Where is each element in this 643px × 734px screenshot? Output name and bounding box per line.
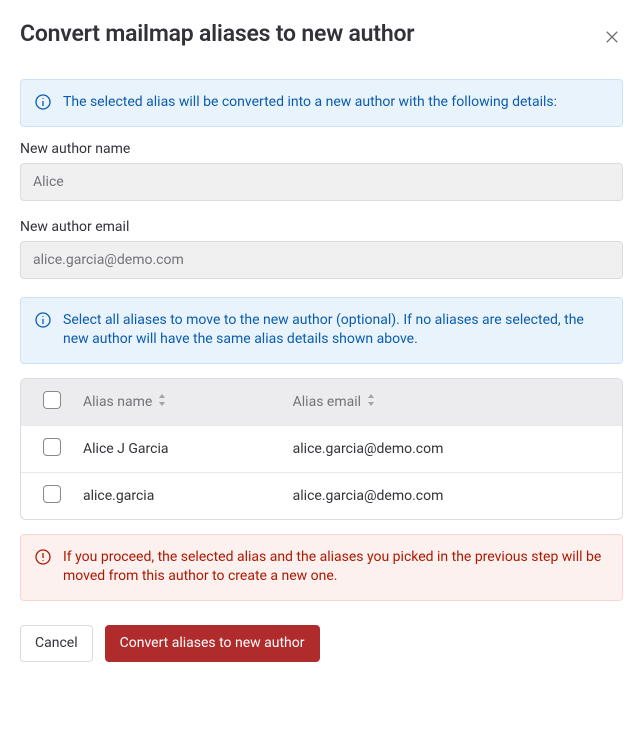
info-alert-select: Select all aliases to move to the new au… [20, 297, 623, 364]
alias-email-cell: alice.garcia@demo.com [283, 472, 622, 519]
info-alert-text: Select all aliases to move to the new au… [63, 311, 608, 350]
alias-name-header-label: Alias name [83, 394, 152, 410]
row-checkbox[interactable] [43, 438, 61, 456]
warning-alert-text: If you proceed, the selected alias and t… [63, 548, 608, 587]
row-checkbox[interactable] [43, 485, 61, 503]
select-all-checkbox[interactable] [43, 391, 61, 409]
alias-email-header[interactable]: Alias email [283, 379, 622, 426]
table-row: alice.garcia alice.garcia@demo.com [21, 472, 622, 519]
author-name-label: New author name [20, 141, 623, 157]
alias-name-cell: alice.garcia [73, 472, 283, 519]
author-email-label: New author email [20, 219, 623, 235]
alias-table: Alias name Alias email [20, 378, 623, 520]
cancel-button[interactable]: Cancel [20, 625, 93, 662]
sort-icon [366, 394, 376, 410]
author-email-group: New author email [20, 219, 623, 279]
sort-icon [157, 394, 167, 410]
alias-name-header[interactable]: Alias name [73, 379, 283, 426]
author-email-input[interactable] [20, 241, 623, 279]
dialog-header: Convert mailmap aliases to new author [20, 20, 623, 51]
alias-name-cell: Alice J Garcia [73, 425, 283, 472]
alias-email-cell: alice.garcia@demo.com [283, 425, 622, 472]
alias-email-header-label: Alias email [293, 394, 361, 410]
info-icon [35, 312, 51, 328]
author-name-group: New author name [20, 141, 623, 201]
dialog-footer: Cancel Convert aliases to new author [20, 625, 623, 662]
info-icon [35, 94, 51, 110]
close-button[interactable] [601, 26, 623, 51]
close-icon [605, 32, 619, 47]
confirm-button[interactable]: Convert aliases to new author [105, 625, 320, 662]
table-row: Alice J Garcia alice.garcia@demo.com [21, 425, 622, 472]
info-alert-details: The selected alias will be converted int… [20, 79, 623, 127]
warning-icon [35, 549, 51, 565]
warning-alert: If you proceed, the selected alias and t… [20, 534, 623, 601]
dialog-title: Convert mailmap aliases to new author [20, 20, 414, 47]
author-name-input[interactable] [20, 163, 623, 201]
info-alert-text: The selected alias will be converted int… [63, 93, 557, 113]
